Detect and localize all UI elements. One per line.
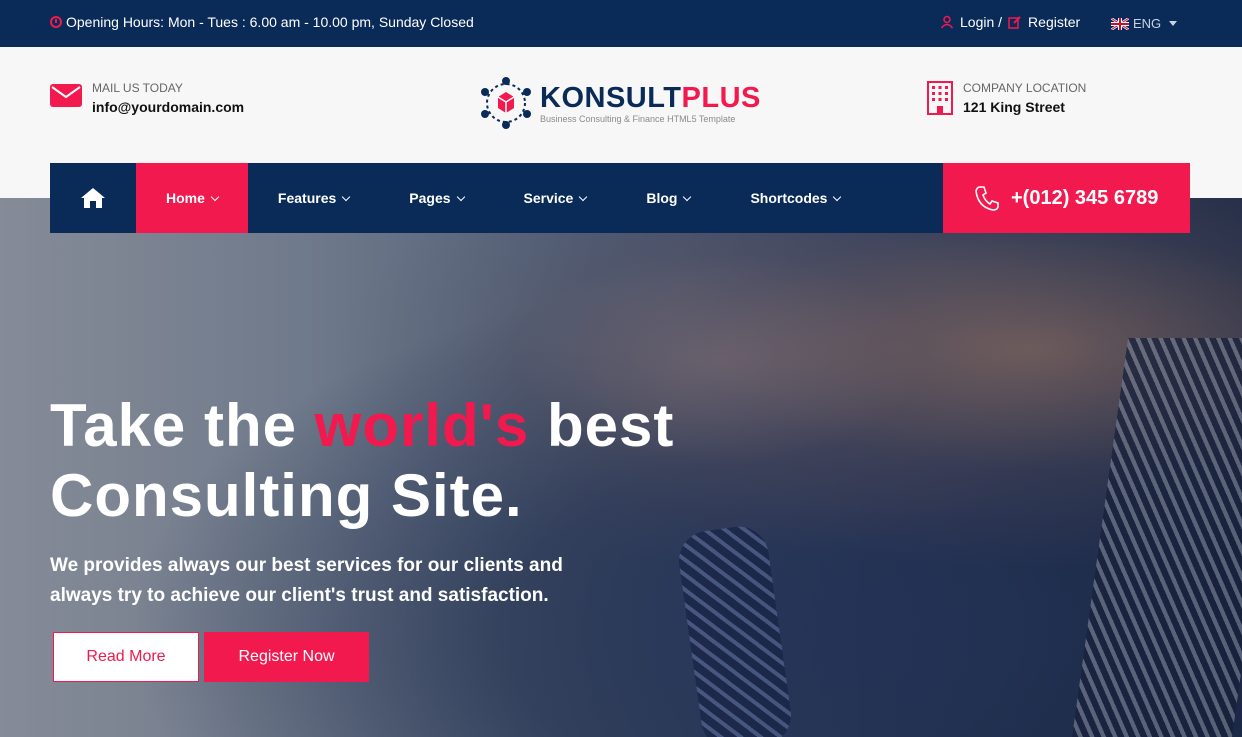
mail-block: MAIL US TODAY info@yourdomain.com (50, 81, 244, 115)
nav-item-features[interactable]: Features (248, 163, 379, 233)
nav-item-shortcodes[interactable]: Shortcodes (720, 163, 870, 233)
chevron-down-icon (579, 192, 588, 201)
chevron-down-icon (456, 192, 465, 201)
chevron-down-icon (342, 192, 351, 201)
hero-title-line2: Consulting Site. (50, 462, 523, 529)
building-icon (927, 81, 953, 115)
login-link[interactable]: Login / (960, 14, 1002, 30)
chevron-down-icon (833, 192, 842, 201)
nav-item-home[interactable]: Home (136, 163, 248, 233)
hero-title: Take the world's best Consulting Site. (50, 391, 674, 531)
logo-network-icon (481, 77, 531, 129)
hero-title-part: best (529, 392, 675, 459)
hero-section: Take the world's best Consulting Site. W… (0, 198, 1242, 737)
site-logo[interactable]: KONSULTPLUS Business Consulting & Financ… (480, 77, 761, 129)
language-selector[interactable]: ENG (1111, 16, 1178, 31)
envelope-icon (50, 84, 82, 107)
hero-title-part: Take the (50, 392, 315, 459)
phone-icon (975, 186, 999, 211)
location-label: COMPANY LOCATION (963, 81, 1087, 95)
uk-flag-icon (1111, 17, 1129, 30)
register-now-button[interactable]: Register Now (204, 632, 369, 682)
nav-item-label: Blog (646, 190, 678, 206)
location-value: 121 King Street (963, 99, 1065, 115)
nav-item-label: Features (277, 190, 337, 206)
location-block: COMPANY LOCATION 121 King Street (927, 81, 1086, 115)
chevron-down-icon (683, 192, 692, 201)
nav-item-label: Shortcodes (750, 190, 828, 206)
phone-number: +(012) 345 6789 (1011, 186, 1159, 209)
nav-home-button[interactable] (50, 163, 136, 233)
edit-icon (1008, 16, 1021, 29)
chevron-down-icon (210, 192, 220, 201)
nav-item-label: Home (166, 190, 205, 206)
nav-item-label: Pages (409, 190, 451, 206)
user-icon (940, 15, 954, 29)
clock-icon (50, 16, 62, 28)
logo-name-part1: KONSULT (540, 81, 682, 114)
register-link[interactable]: Register (1028, 14, 1080, 30)
top-bar: Opening Hours: Mon - Tues : 6.00 am - 10… (0, 0, 1242, 47)
auth-links: Login / Register (940, 14, 1080, 30)
mail-value[interactable]: info@yourdomain.com (92, 99, 244, 115)
read-more-button[interactable]: Read More (53, 632, 199, 682)
main-navigation: Home Features Pages Service Blog Shortco… (50, 163, 1190, 233)
logo-tagline: Business Consulting & Finance HTML5 Temp… (540, 113, 736, 124)
logo-name-part2: PLUS (681, 81, 761, 114)
nav-item-blog[interactable]: Blog (616, 163, 720, 233)
phone-cta[interactable]: +(012) 345 6789 (943, 163, 1190, 233)
language-label: ENG (1133, 16, 1162, 31)
opening-hours: Opening Hours: Mon - Tues : 6.00 am - 10… (50, 14, 474, 30)
home-icon (81, 188, 105, 208)
hero-subtitle: We provides always our best services for… (50, 555, 563, 606)
nav-item-service[interactable]: Service (494, 163, 617, 233)
nav-item-label: Service (523, 190, 574, 206)
nav-item-pages[interactable]: Pages (379, 163, 493, 233)
hero-title-accent: world's (314, 392, 530, 459)
caret-down-icon (1169, 21, 1178, 26)
mail-label: MAIL US TODAY (92, 81, 183, 95)
opening-hours-text: Opening Hours: Mon - Tues : 6.00 am - 10… (66, 14, 474, 30)
